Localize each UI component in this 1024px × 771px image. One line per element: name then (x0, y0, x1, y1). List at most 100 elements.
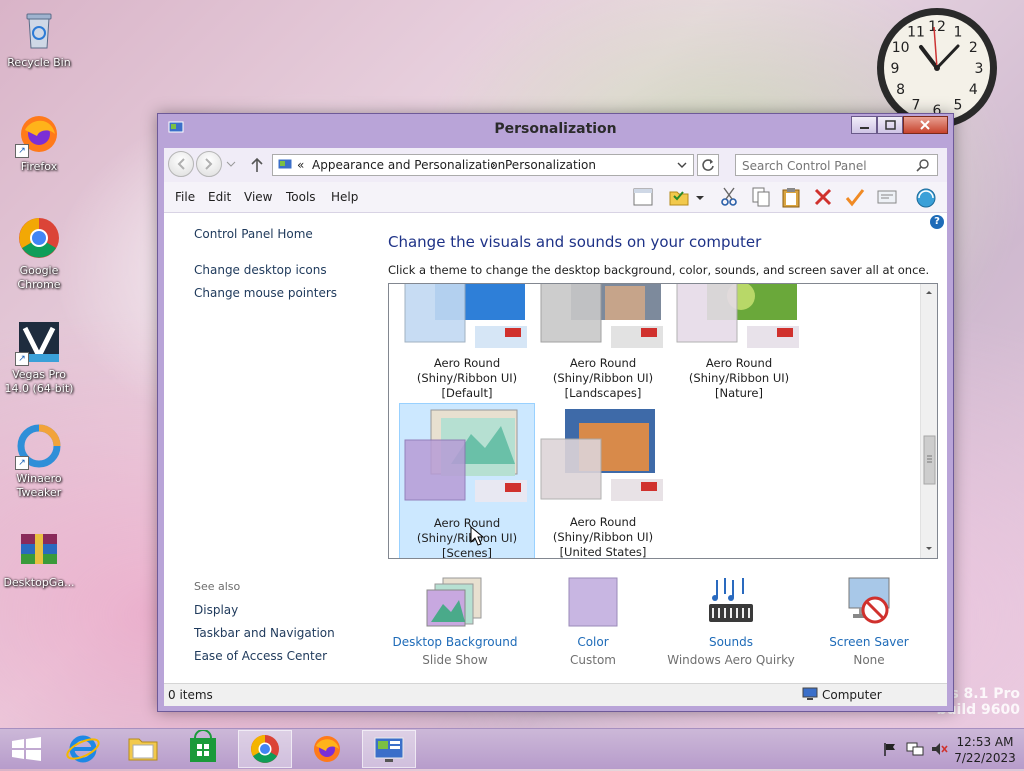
desktop-icon-recycle-bin[interactable]: Recycle Bin (2, 6, 76, 70)
chevron-down-icon[interactable] (694, 186, 706, 208)
shortcut-arrow-icon: ↗ (15, 352, 29, 366)
breadcrumb-separator[interactable]: › (491, 158, 496, 172)
up-button[interactable] (248, 155, 266, 175)
control-panel-icon (374, 737, 404, 762)
forward-button[interactable] (196, 151, 222, 177)
color-link[interactable]: Color (523, 635, 663, 649)
taskbar-navigation-link[interactable]: Taskbar and Navigation (194, 626, 335, 640)
clock-numeral: 5 (954, 97, 963, 113)
shortcut-arrow-icon: ↗ (15, 144, 29, 158)
action-center-flag-icon[interactable] (882, 741, 898, 760)
chrome-icon (251, 735, 279, 763)
menu-view[interactable]: View (244, 190, 272, 204)
taskbar-internet-explorer[interactable] (56, 730, 110, 768)
breadcrumb-personalization[interactable]: Personalization (505, 158, 596, 172)
theme-list-scrollbar[interactable] (920, 284, 937, 558)
shell-icon[interactable] (915, 186, 937, 208)
desktop-icon-archive[interactable]: DesktopGa... (2, 526, 76, 590)
theme-item-united-states[interactable]: Aero Round (Shiny/Ribbon UI) [United Sta… (535, 403, 671, 559)
menu-help[interactable]: Help (331, 190, 358, 204)
taskbar-store[interactable] (176, 729, 230, 768)
breadcrumb-appearance-and-personalization[interactable]: Appearance and Personalization (312, 158, 505, 172)
refresh-button[interactable] (697, 154, 719, 176)
search-box[interactable] (735, 154, 938, 176)
theme-name: Aero Round (569, 356, 637, 370)
recycle-bin-icon (15, 6, 63, 54)
start-button[interactable] (0, 730, 54, 768)
theme-variant: [United States] (559, 545, 647, 559)
ease-of-access-link[interactable]: Ease of Access Center (194, 649, 327, 663)
tray-time: 12:53 AM (956, 735, 1014, 749)
desktop-background-link[interactable]: Desktop Background (385, 635, 525, 649)
volume-muted-icon[interactable] (930, 741, 948, 760)
taskbar: 12:53 AM 7/22/2023 (0, 728, 1024, 769)
page-heading: Change the visuals and sounds on your co… (388, 233, 762, 251)
window-title: Personalization (494, 121, 617, 137)
help-button[interactable]: ? (930, 215, 944, 229)
taskbar-control-panel[interactable] (362, 730, 416, 768)
address-bar[interactable]: « Appearance and Personalization › Perso… (272, 154, 694, 176)
color-value: Custom (570, 653, 616, 667)
refresh-icon (702, 159, 714, 171)
theme-name: Aero Round (433, 356, 501, 370)
screen-saver-item[interactable]: Screen Saver None (799, 576, 939, 667)
display-link[interactable]: Display (194, 603, 238, 617)
network-icon[interactable] (906, 741, 924, 760)
desktop-background-item[interactable]: Desktop Background Slide Show (385, 576, 525, 667)
desktop-icon-winaero-tweaker[interactable]: ↗ Winaero Tweaker (2, 422, 76, 500)
close-button[interactable] (903, 116, 948, 134)
desktop-icon-label: Firefox (20, 160, 58, 173)
paste-icon[interactable] (780, 186, 802, 208)
menu-bar: File Edit View Tools Help (164, 182, 947, 213)
copy-icon[interactable] (750, 186, 772, 208)
taskbar-firefox[interactable] (300, 730, 354, 768)
sounds-link[interactable]: Sounds (661, 635, 801, 649)
clock-numeral: 12 (928, 19, 946, 35)
search-icon[interactable] (916, 158, 930, 175)
clock-numeral: 11 (907, 25, 925, 41)
search-input[interactable] (740, 157, 914, 175)
personalization-window[interactable]: Personalization « Appearance and Persona… (157, 113, 954, 712)
title-bar[interactable]: Personalization (158, 114, 953, 144)
menu-edit[interactable]: Edit (208, 190, 231, 204)
clock-numeral: 4 (969, 82, 978, 98)
clock-numeral: 10 (892, 40, 910, 56)
change-mouse-pointers-link[interactable]: Change mouse pointers (194, 286, 337, 300)
menu-file[interactable]: File (175, 190, 195, 204)
taskbar-chrome[interactable] (238, 730, 292, 768)
cut-icon[interactable] (718, 186, 740, 208)
color-item[interactable]: Color Custom (523, 576, 663, 667)
maximize-button[interactable] (877, 116, 903, 134)
theme-thumbnail (535, 284, 671, 356)
desktop-icon-firefox[interactable]: ↗ Firefox (2, 110, 76, 174)
forward-arrow-icon (205, 158, 213, 170)
chrome-icon (15, 214, 63, 262)
tray-clock[interactable]: 12:53 AM 7/22/2023 (952, 735, 1018, 765)
control-panel-icon (277, 158, 293, 175)
menu-tools[interactable]: Tools (286, 190, 316, 204)
screen-saver-link[interactable]: Screen Saver (799, 635, 939, 649)
address-dropdown-button[interactable] (676, 159, 688, 174)
theme-item-scenes[interactable]: Aero Round (Shiny/Ribbon UI) [Scenes] (399, 403, 535, 558)
desktop-icon-label: Winaero Tweaker (16, 472, 62, 499)
theme-list[interactable]: Aero Round (Shiny/Ribbon UI) [Default] A… (388, 283, 938, 559)
address-overflow[interactable]: « (297, 158, 304, 172)
theme-item-nature[interactable]: Aero Round (Shiny/Ribbon UI) [Nature] (671, 284, 807, 432)
recent-pages-button[interactable] (226, 158, 236, 170)
back-button[interactable] (168, 151, 194, 177)
check-icon[interactable] (844, 186, 866, 208)
taskbar-file-explorer[interactable] (116, 730, 170, 768)
minimize-button[interactable] (851, 116, 877, 134)
properties-icon[interactable] (876, 186, 898, 208)
desktop-icon-chrome[interactable]: Google Chrome (2, 214, 76, 292)
folder-options-icon[interactable] (668, 186, 690, 208)
desktop-icon-vegas-pro[interactable]: ↗ Vegas Pro 14.0 (64-bit) (2, 318, 76, 396)
chevron-down-icon (226, 161, 236, 167)
layout-icon[interactable] (632, 186, 654, 208)
change-desktop-icons-link[interactable]: Change desktop icons (194, 263, 327, 277)
vegas-pro-icon: ↗ (15, 318, 63, 366)
sounds-item[interactable]: Sounds Windows Aero Quirky (661, 576, 801, 667)
status-bar: 0 items Computer (164, 683, 947, 706)
delete-icon[interactable] (812, 186, 834, 208)
control-panel-home-link[interactable]: Control Panel Home (194, 227, 313, 241)
